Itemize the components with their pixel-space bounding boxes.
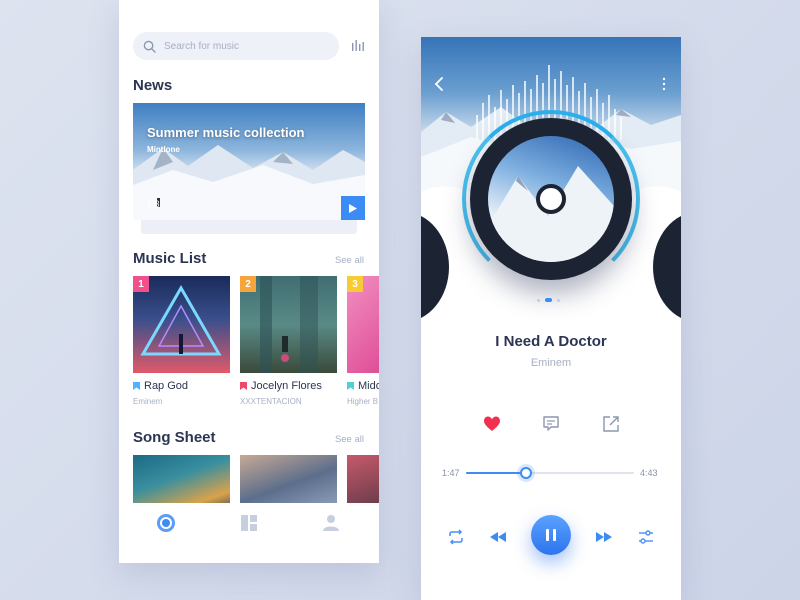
album-cover: 3 [347,276,379,373]
rank-badge: 2 [240,276,256,292]
song-artist: Eminem [133,397,163,406]
news-play-button[interactable] [341,196,365,220]
fast-forward-icon[interactable] [594,527,614,547]
dashboard-icon[interactable] [239,513,259,533]
news-banner[interactable]: Summer music collection Mintlone 1/3 [133,103,365,220]
pause-button[interactable] [531,515,571,555]
music-home-screen: News Summer music collection Mintlone 1/… [119,0,379,563]
rewind-icon[interactable] [488,527,508,547]
bookmark-icon [240,382,247,390]
album-cover: 2 [240,276,337,373]
news-banner-subtitle: Mintlone [147,145,180,154]
bookmark-icon [347,382,354,390]
news-page-indicator: 1/3 [147,199,160,209]
album-disc[interactable] [470,118,632,280]
music-card[interactable]: 1 Rap God Eminem [133,276,230,406]
rank-badge: 1 [133,276,149,292]
bookmark-icon [133,382,140,390]
search-input[interactable] [164,40,324,52]
song-artist: Higher B [347,397,379,406]
song-title: Jocelyn Flores [251,380,322,392]
current-time: 1:47 [442,468,460,478]
music-card[interactable]: 2 Jocelyn Flores XXXTENTACION [240,276,337,406]
repeat-icon[interactable] [446,527,466,547]
track-artist: Eminem [530,357,572,369]
rank-badge: 3 [347,276,363,292]
carousel-dot[interactable] [537,298,540,302]
progress-knob[interactable] [520,467,533,479]
player-screen: I Need A Doctor Eminem 1:47 4:43 [421,37,681,600]
share-icon[interactable] [602,415,620,433]
pause-icon [546,529,556,541]
music-list-heading: Music List [133,250,207,267]
track-title: I Need A Doctor [495,333,607,350]
search-icon [143,40,156,53]
carousel-dot[interactable] [557,298,560,302]
disc-center [536,184,566,214]
tab-bar [119,503,379,563]
profile-icon[interactable] [321,513,341,533]
song-sheet-see-all[interactable]: See all [335,434,364,445]
news-banner-title: Summer music collection [147,125,305,140]
album-cover: 1 [133,276,230,373]
song-sheet-heading: Song Sheet [133,429,216,446]
progress-fill [466,472,527,474]
song-artist: XXXTENTACION [240,397,302,406]
music-list-see-all[interactable]: See all [335,255,364,266]
back-arrow-icon[interactable] [433,77,445,91]
music-disc-icon[interactable] [156,513,176,533]
comment-icon[interactable] [542,415,560,433]
search-bar[interactable] [133,32,339,60]
song-title: Mido [358,380,379,392]
music-card[interactable]: 3 Mido Higher B [347,276,379,406]
total-time: 4:43 [640,468,658,478]
more-icon[interactable] [661,77,667,91]
carousel-dots [537,298,560,302]
settings-sliders-icon[interactable] [636,527,656,547]
progress-bar[interactable] [466,467,634,479]
equalizer-icon[interactable] [351,38,365,52]
heart-icon[interactable] [483,415,501,433]
carousel-dot-active[interactable] [545,298,552,302]
news-heading: News [133,77,173,94]
play-icon [349,203,357,213]
song-title: Rap God [144,380,189,392]
